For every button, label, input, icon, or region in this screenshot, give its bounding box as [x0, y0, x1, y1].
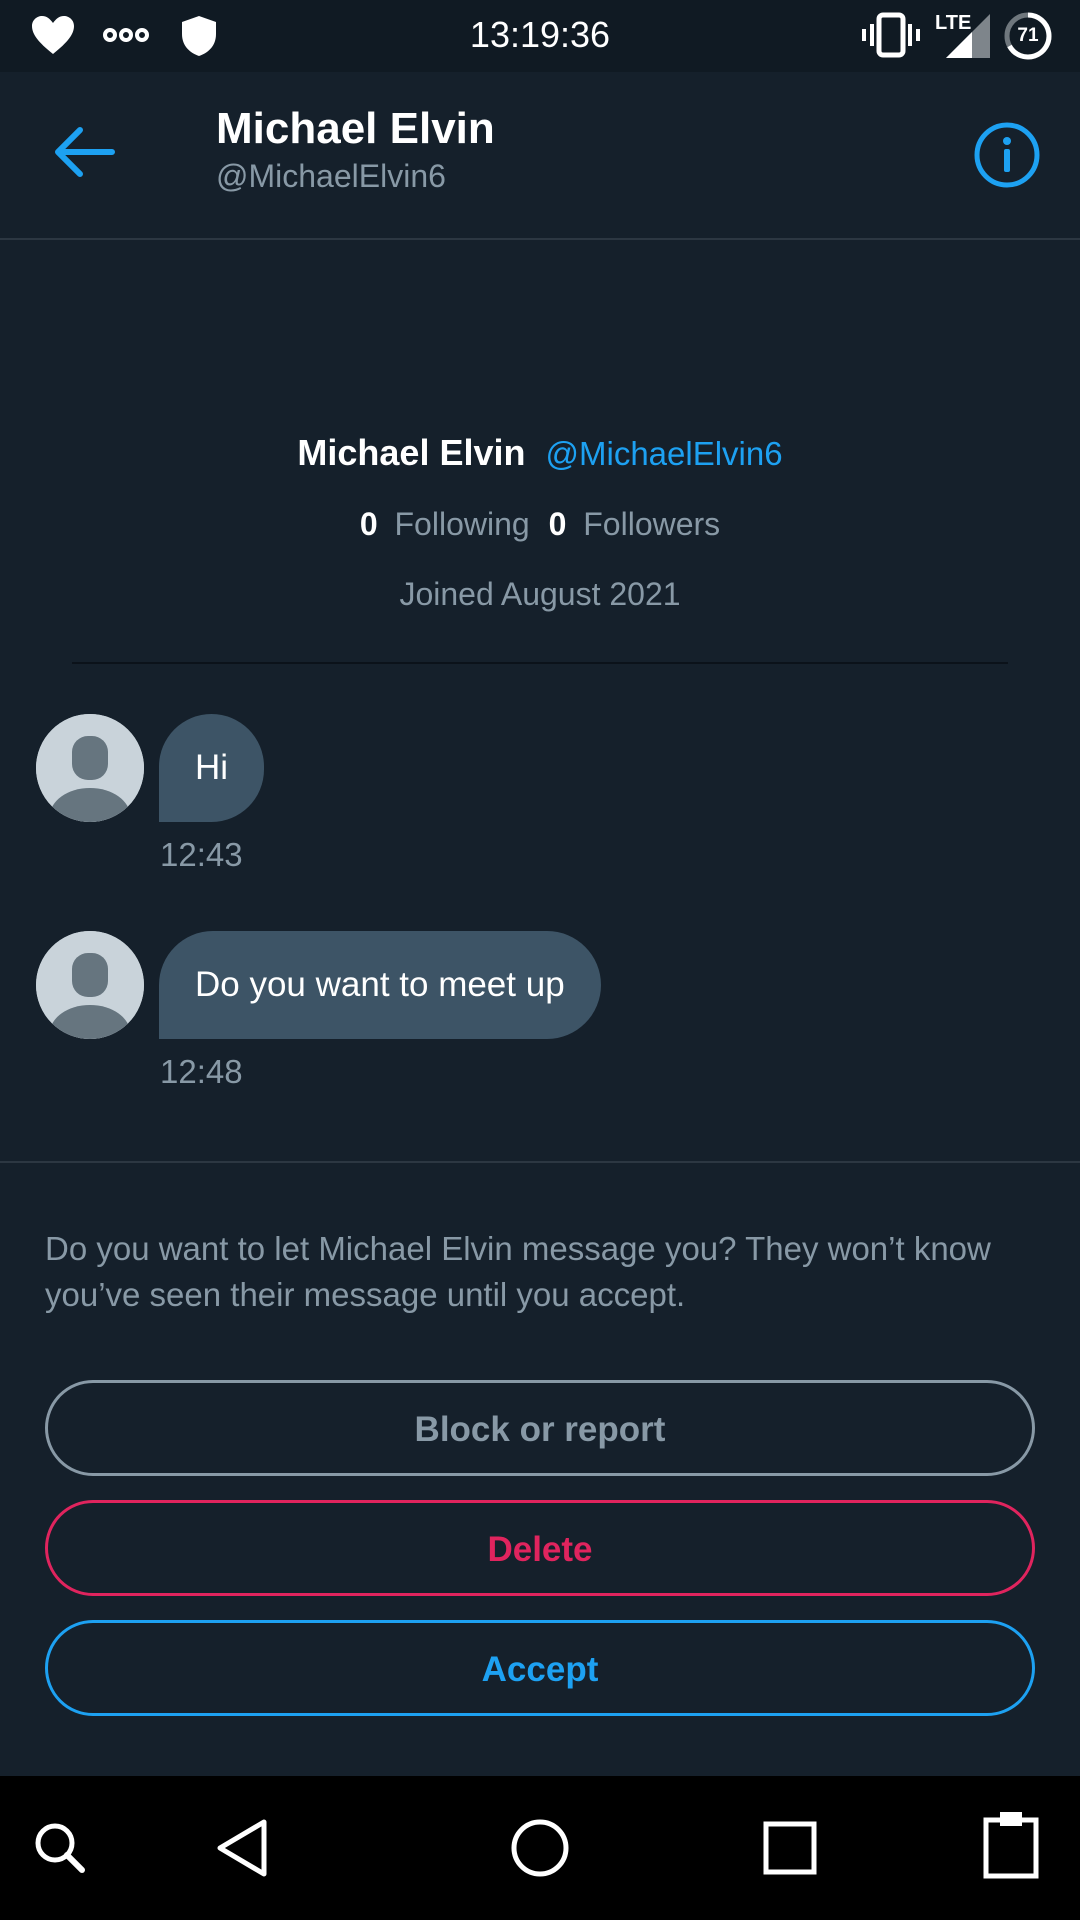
default-avatar-icon [36, 931, 144, 1039]
clipboard-icon[interactable] [982, 1810, 1040, 1880]
following-link[interactable]: 0 Following [360, 506, 539, 542]
follow-stats: 0 Following 0 Followers [0, 506, 1080, 543]
info-button[interactable] [974, 122, 1040, 188]
profile-summary: Michael Elvin @MichaelElvin6 [0, 432, 1080, 474]
followers-link[interactable]: 0 Followers [549, 506, 721, 542]
message-bubble[interactable]: Do you want to meet up [159, 931, 601, 1039]
avatar[interactable] [36, 714, 144, 822]
default-avatar-icon [36, 714, 144, 822]
following-label: Following [394, 506, 530, 542]
arrow-left-icon [55, 127, 115, 177]
profile-name: Michael Elvin [297, 432, 526, 473]
divider [72, 662, 1008, 664]
following-count: 0 [359, 506, 378, 542]
conversation-header: Michael Elvin @MichaelElvin6 [0, 72, 1080, 240]
avatar[interactable] [36, 931, 144, 1039]
home-circle-icon[interactable] [510, 1818, 570, 1878]
navigation-bar [0, 1776, 1080, 1920]
joined-date: Joined August 2021 [399, 576, 681, 612]
message-request-prompt: Do you want to let Michael Elvin message… [45, 1230, 991, 1313]
info-icon [974, 122, 1040, 188]
status-bar: 13:19:36 LTE 71 [0, 0, 1080, 72]
followers-count: 0 [548, 506, 567, 542]
header-name: Michael Elvin [216, 104, 495, 153]
profile-handle-link[interactable]: @MichaelElvin6 [546, 435, 783, 472]
search-icon[interactable] [32, 1820, 88, 1876]
block-or-report-button[interactable]: Block or report [45, 1380, 1035, 1476]
signal-icon [946, 14, 990, 58]
header-handle: @MichaelElvin6 [216, 158, 446, 194]
message-bubble[interactable]: Hi [159, 714, 265, 822]
back-triangle-icon[interactable] [214, 1818, 270, 1878]
message-time: 12:43 [160, 836, 243, 873]
vibrate-icon [862, 12, 920, 58]
followers-label: Followers [583, 506, 721, 542]
recents-square-icon[interactable] [762, 1820, 818, 1876]
delete-button[interactable]: Delete [45, 1500, 1035, 1596]
message-time: 12:48 [160, 1053, 243, 1090]
back-button[interactable] [50, 122, 120, 182]
battery-level: 71 [1017, 25, 1039, 46]
divider [0, 1161, 1080, 1163]
accept-button[interactable]: Accept [45, 1620, 1035, 1716]
